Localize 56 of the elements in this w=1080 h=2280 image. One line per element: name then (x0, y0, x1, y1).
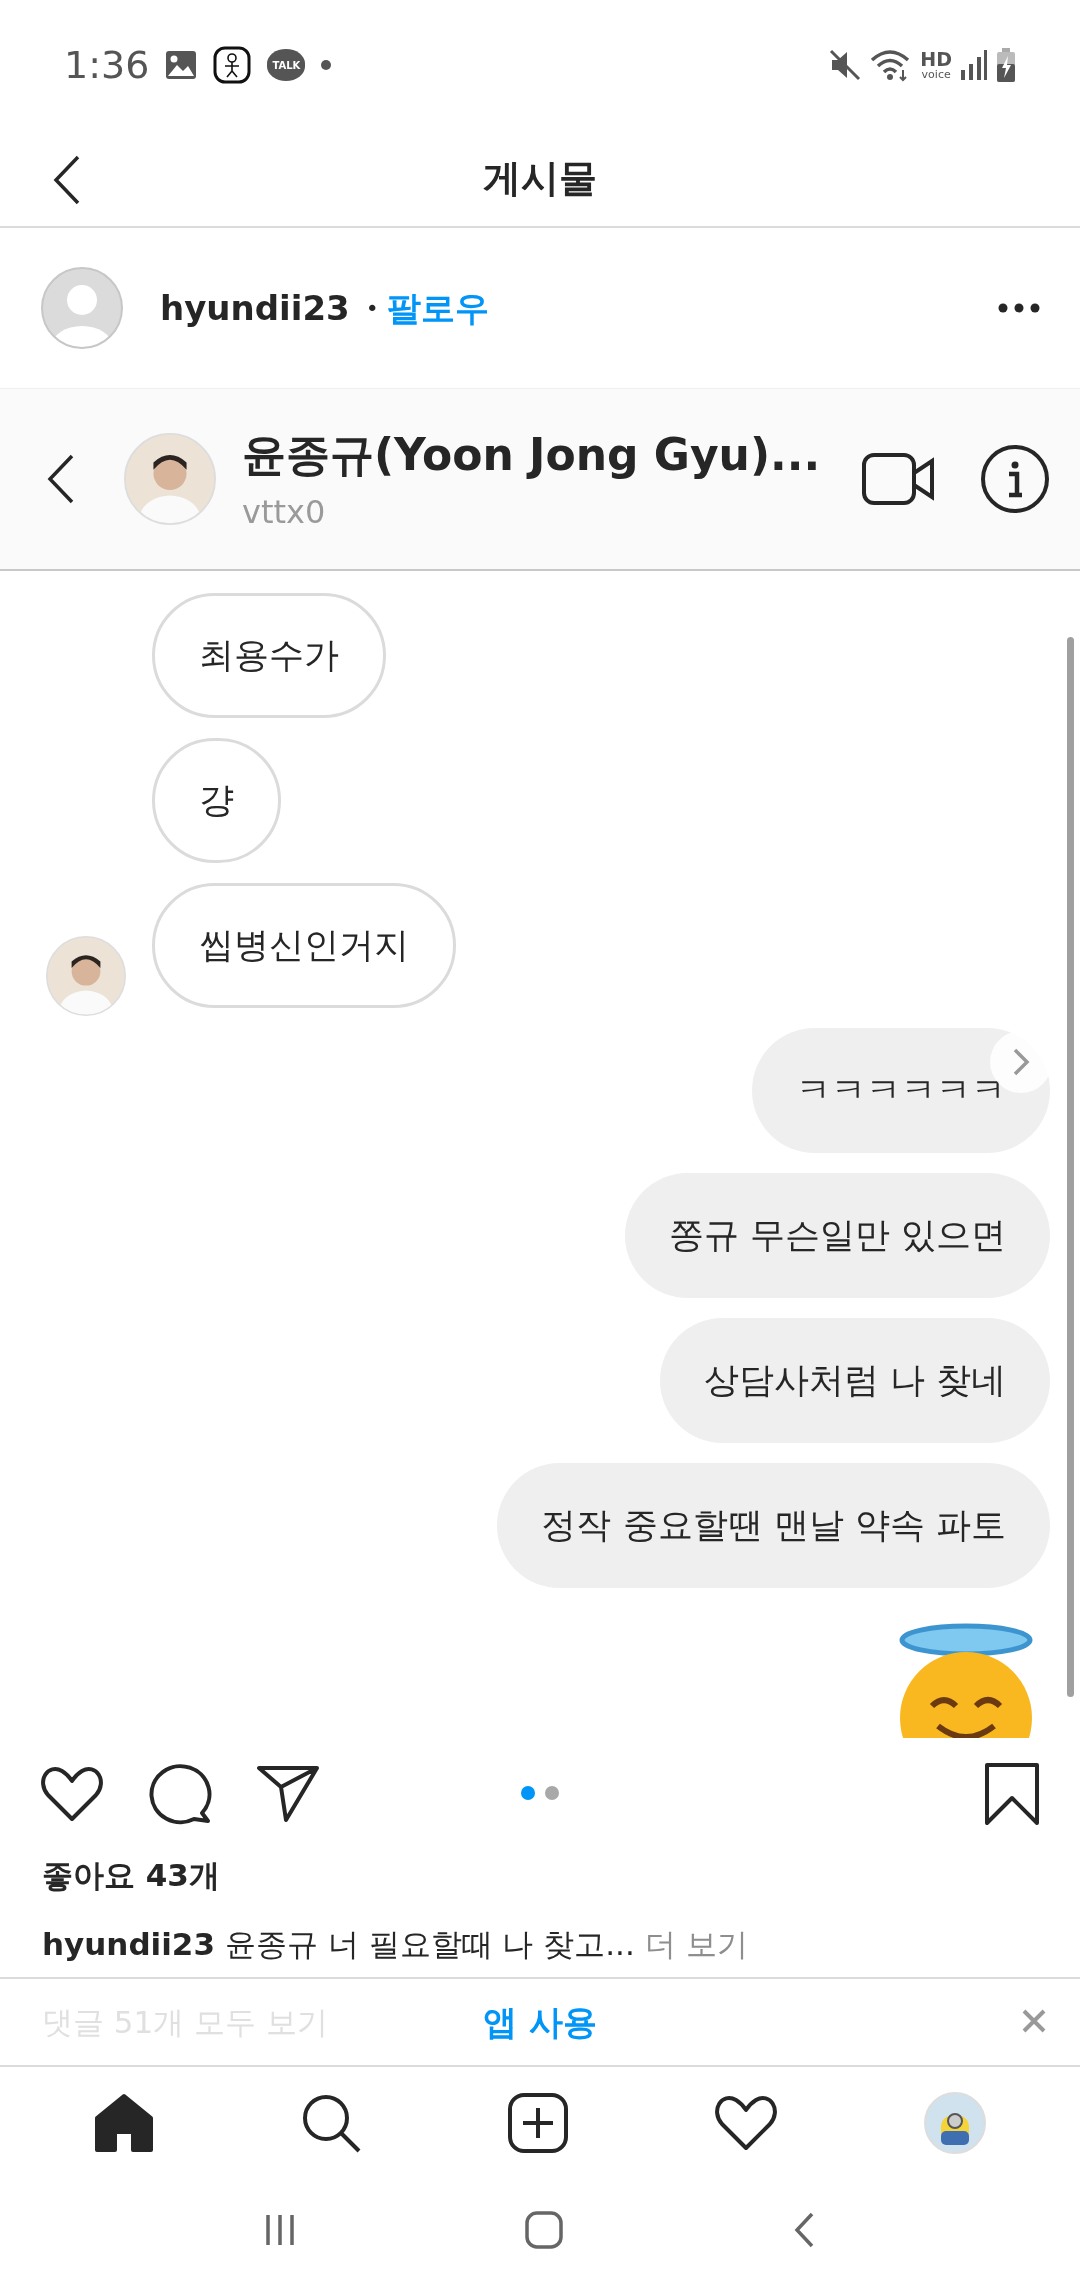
chat-name: 윤종규(Yoon Jong Gyu)... (242, 428, 822, 482)
profile-tab[interactable] (923, 2091, 988, 2155)
more-link[interactable]: 더 보기 (644, 1925, 748, 1962)
message-bubble: 정작 중요할땐 맨날 약속 파토 (497, 1463, 1050, 1588)
like-button[interactable] (40, 1765, 104, 1823)
bookmark-icon (984, 1762, 1040, 1826)
network-sublabel: voice (921, 69, 951, 80)
status-time: 1:36 (64, 41, 150, 89)
share-button[interactable] (256, 1765, 320, 1823)
follow-link[interactable]: 팔로우 (386, 282, 489, 334)
message-bubble: 상담사처럼 나 찾네 (659, 1318, 1050, 1443)
home-tab[interactable] (92, 2092, 155, 2154)
image-icon (165, 50, 198, 80)
notification-dot-icon (321, 60, 332, 70)
paper-plane-icon (256, 1765, 320, 1823)
chat-handle: vttx0 (242, 492, 327, 533)
add-tab[interactable] (506, 2092, 569, 2154)
video-camera-icon (862, 451, 934, 507)
back-icon (52, 154, 82, 206)
back-icon (46, 453, 76, 505)
heart-icon (714, 2094, 779, 2152)
separator-dot: • (365, 294, 379, 323)
battery-icon (996, 48, 1016, 82)
home-icon (92, 2092, 155, 2154)
signal-icon (960, 50, 988, 80)
chat-bubble-icon: TALK (267, 49, 306, 81)
comment-button[interactable] (148, 1763, 212, 1825)
chevron-right-icon (1011, 1047, 1031, 1077)
message-bubble: 걍 (152, 738, 281, 863)
more-button[interactable] (998, 303, 1040, 313)
heart-icon (40, 1765, 104, 1823)
network-label: HD (920, 50, 952, 69)
username[interactable]: hyundii23 (160, 282, 350, 334)
profile-avatar-icon (923, 2091, 988, 2155)
message-bubble: ㅋㅋㅋㅋㅋㅋ (752, 1028, 1050, 1153)
page-title: 게시물 (483, 154, 597, 202)
speech-bubble-icon (148, 1763, 212, 1825)
save-button[interactable] (984, 1762, 1040, 1826)
message-bubble: 최용수가 (152, 593, 386, 718)
recent-apps-icon (264, 2212, 295, 2247)
caption: hyundii23 윤종규 너 필요할때 나 찾고... 더 보기 (41, 1924, 749, 1964)
recent-apps-button[interactable] (264, 2212, 295, 2247)
stick-figure-icon (213, 46, 252, 84)
add-icon (506, 2092, 569, 2154)
back-button[interactable] (52, 154, 82, 206)
back-icon (793, 2210, 816, 2249)
message-bubble: 쫑규 무슨일만 있으면 (624, 1173, 1050, 1298)
home-square-icon (524, 2209, 564, 2250)
message-bubble: 씹병신인거지 (152, 883, 456, 1008)
info-icon (980, 444, 1050, 514)
use-app-button[interactable]: 앱 사용 (483, 1996, 597, 2048)
like-count[interactable]: 좋아요 43개 (0, 1848, 1080, 1899)
activity-tab[interactable] (714, 2094, 779, 2152)
home-button[interactable] (524, 2209, 564, 2250)
mute-icon (828, 48, 863, 82)
more-icon (998, 303, 1040, 313)
